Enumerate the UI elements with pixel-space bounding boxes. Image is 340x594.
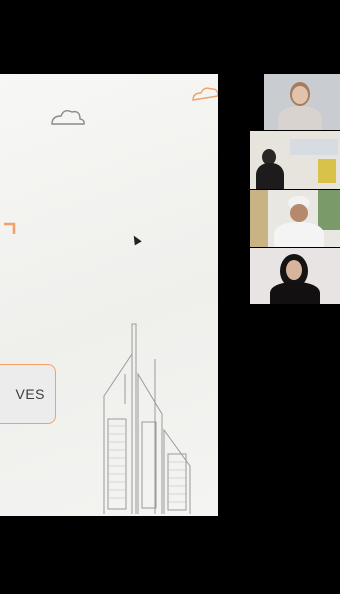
participant-video-tile-3[interactable] — [250, 190, 340, 247]
participant-video-tile-1[interactable] — [264, 74, 340, 130]
tower-stripes — [108, 425, 186, 503]
background-flag — [250, 190, 268, 247]
cloud-orange-icon — [192, 87, 218, 101]
background-banner — [290, 139, 338, 155]
cta-button[interactable]: VES — [0, 364, 56, 424]
participant-video-tile-2[interactable] — [250, 131, 340, 189]
cloud-icon — [51, 109, 85, 125]
cta-button-label: VES — [15, 386, 45, 402]
presentation-slide: VES — [0, 74, 218, 516]
background-plant — [318, 190, 340, 230]
orange-corner-mark — [4, 222, 16, 234]
tower-illustration — [103, 323, 191, 514]
background-object — [318, 159, 336, 183]
slide-artwork — [4, 87, 218, 514]
participant-video-tile-4[interactable] — [250, 248, 340, 304]
